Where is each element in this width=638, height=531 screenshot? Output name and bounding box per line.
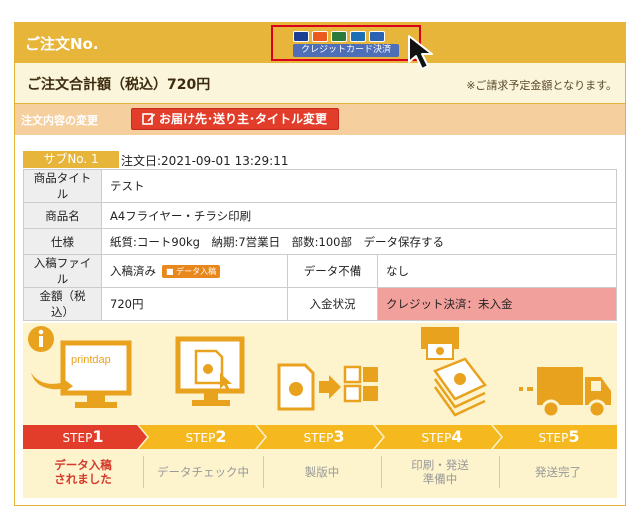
plate-making-icon — [277, 363, 378, 411]
order-date: 注文日:2021-09-01 13:29:11 — [121, 154, 289, 168]
billing-note: ※ご請求予定金額となります。 — [466, 79, 617, 92]
spec-value: 紙質:コート90kg 納期:7営業日 部数:100部 データ保存する — [101, 228, 617, 255]
upload-monitor-icon: printdap — [28, 326, 132, 408]
data-upload-button-label: データ入稿 — [176, 267, 217, 276]
spec-label: 仕様 — [23, 228, 102, 255]
order-panel: ご注文No. クレジットカード決済 ご注文合計額（税込）720円 ※ご請求予定金… — [14, 22, 626, 506]
step-4-status: 印刷・発送 準備中 — [411, 458, 469, 486]
product-title-value: テスト — [101, 169, 617, 203]
table-row: 金額（税込） 720円 入金状況 クレジット決済：未入金 — [23, 287, 617, 321]
step-2-status: データチェック中 — [157, 465, 249, 479]
order-info-table: 商品タイトル テスト 商品名 A4フライヤー・チラシ印刷 仕様 紙質:コート90… — [23, 169, 617, 321]
upload-file-cell: 入稿済み ■ データ入稿 — [101, 254, 288, 288]
credit-card-button-label: クレジットカード決済 — [293, 44, 399, 57]
upload-file-label: 入稿ファイル — [23, 254, 102, 288]
sub-number-label: サブNo. 1 — [23, 151, 119, 168]
step-3-status: 製版中 — [304, 465, 340, 479]
payment-status-value: クレジット決済：未入金 — [377, 287, 617, 321]
order-change-label: 注文内容の変更 — [21, 114, 98, 127]
amex-icon — [350, 31, 366, 42]
step-5-label: STEP5 — [538, 427, 580, 446]
step-5-status: 発送完了 — [535, 465, 581, 479]
step-3-label: STEP3 — [303, 427, 345, 446]
table-row: 入稿ファイル 入稿済み ■ データ入稿 データ不備 なし — [23, 254, 617, 288]
change-delivery-button[interactable]: お届け先･送り主･タイトル変更 — [131, 108, 339, 130]
table-row: 商品名 A4フライヤー・チラシ印刷 — [23, 202, 617, 229]
credit-card-payment-button[interactable]: クレジットカード決済 — [271, 25, 421, 61]
step-1-status: データ入稿 されました — [54, 458, 112, 486]
order-total-amount: ご注文合計額（税込）720円 — [27, 77, 211, 93]
card-brand-icons — [293, 31, 385, 43]
order-total-row: ご注文合計額（税込）720円 ※ご請求予定金額となります。 — [15, 63, 625, 104]
amount-value: 720円 — [101, 287, 288, 321]
data-defect-value: なし — [377, 254, 617, 288]
change-delivery-button-label: お届け先･送り主･タイトル変更 — [159, 112, 328, 126]
folder-icon: ■ — [166, 267, 174, 276]
data-defect-label: データ不備 — [287, 254, 378, 288]
upload-file-value: 入稿済み — [110, 264, 156, 278]
diners-icon — [369, 31, 385, 42]
order-number-title: ご注文No. — [25, 35, 99, 53]
visa-icon — [293, 31, 309, 42]
table-row: 商品タイトル テスト — [23, 169, 617, 203]
printing-icon — [421, 327, 487, 417]
product-title-label: 商品タイトル — [23, 169, 102, 203]
order-change-row: 注文内容の変更 お届け先･送り主･タイトル変更 — [15, 104, 625, 135]
edit-icon — [142, 113, 156, 125]
step-4-label: STEP4 — [421, 427, 463, 446]
product-name-value: A4フライヤー・チラシ印刷 — [101, 202, 617, 229]
order-header: ご注文No. クレジットカード決済 — [15, 23, 625, 63]
mastercard-icon — [312, 31, 328, 42]
mouse-pointer-icon — [408, 35, 433, 70]
printdap-logo-text: printdap — [71, 354, 111, 366]
delivery-truck-icon — [519, 367, 611, 419]
data-upload-button[interactable]: ■ データ入稿 — [162, 265, 221, 278]
step-2-label: STEP2 — [185, 427, 227, 446]
progress-steps: printdap STEP1 STEP2 STEP3 STEP4 STEP5 デ… — [23, 323, 617, 498]
payment-status-label: 入金状況 — [287, 287, 378, 321]
table-row: 仕様 紙質:コート90kg 納期:7営業日 部数:100部 データ保存する — [23, 228, 617, 255]
data-check-icon — [175, 336, 245, 406]
amount-label: 金額（税込） — [23, 287, 102, 321]
jcb-icon — [331, 31, 347, 42]
product-name-label: 商品名 — [23, 202, 102, 229]
step-1-label: STEP1 — [62, 427, 104, 446]
